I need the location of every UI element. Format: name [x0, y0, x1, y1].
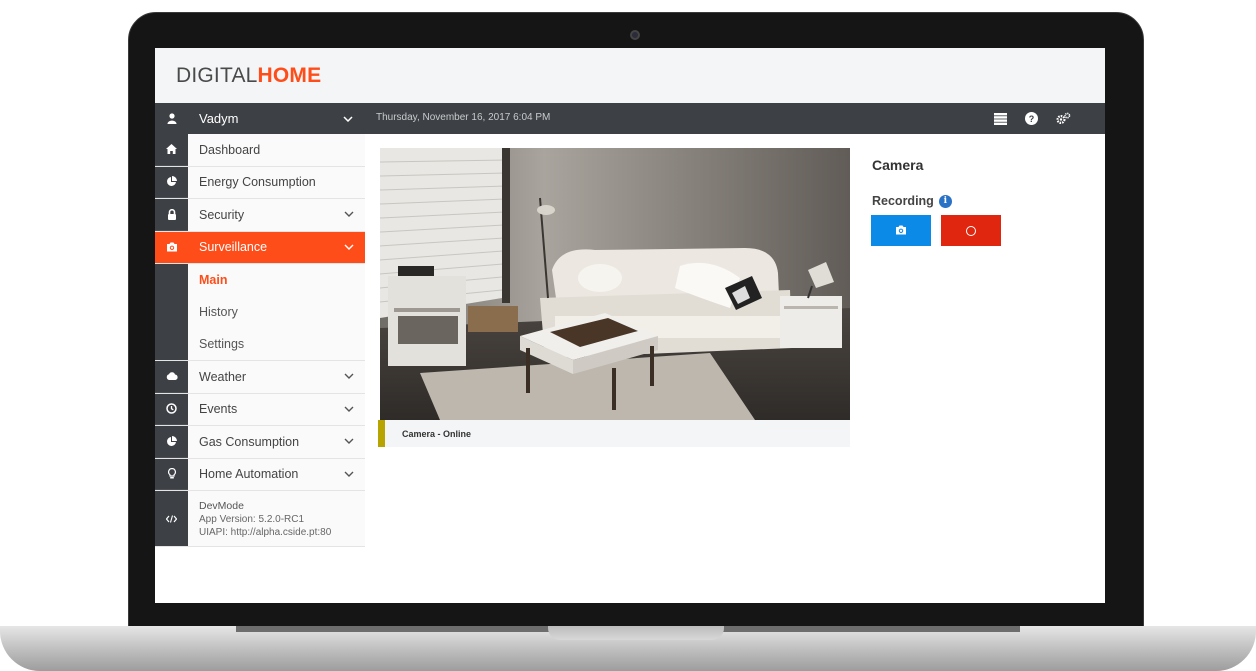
home-icon [155, 134, 188, 166]
recording-label-text: Recording [872, 194, 934, 208]
screen: DIGITALHOME Vadym Thursday, November 16,… [155, 48, 1105, 603]
logo-text-digital: DIGITAL [176, 64, 258, 87]
pie-chart-icon [155, 166, 188, 198]
sidebar-item-security[interactable]: Security [155, 199, 365, 232]
sidebar-item-events[interactable]: Events [155, 393, 365, 426]
settings-icon[interactable] [1056, 112, 1071, 125]
lightbulb-icon [155, 458, 188, 490]
chevron-down-icon [344, 209, 354, 220]
devmode-title: DevMode [199, 500, 244, 512]
logo[interactable]: DIGITALHOME [176, 64, 321, 88]
sidebar-item-label: Gas Consumption [199, 434, 300, 449]
record-icon [966, 225, 976, 236]
sidebar-subitem-label: History [199, 305, 238, 319]
sidebar-item-energy-consumption[interactable]: Energy Consumption [155, 166, 365, 199]
sidebar-item-label: Home Automation [199, 467, 299, 482]
recording-label: Recording i [872, 194, 952, 208]
clock-icon [155, 393, 188, 425]
list-icon[interactable] [994, 112, 1007, 125]
status-indicator [378, 420, 385, 447]
sidebar-item-surveillance[interactable]: Surveillance [155, 231, 365, 264]
devmode-info: DevMode App Version: 5.2.0-RC1 UIAPI: ht… [155, 491, 365, 547]
sidebar-item-label: Events [199, 402, 238, 417]
sidebar-item-home-automation[interactable]: Home Automation [155, 458, 365, 491]
sidebar-subitem-label: Settings [199, 337, 245, 351]
help-icon[interactable]: ? [1025, 112, 1038, 125]
user-menu[interactable]: Vadym [155, 103, 365, 134]
chevron-down-icon [344, 371, 354, 382]
camera-heading: Camera [872, 157, 924, 173]
sidebar-item-gas-consumption[interactable]: Gas Consumption [155, 426, 365, 459]
snapshot-button[interactable] [871, 215, 931, 246]
logo-text-home: HOME [257, 64, 322, 87]
topbar-actions: ? [994, 103, 1071, 134]
surveillance-submenu: Main History Settings [155, 264, 365, 361]
pie-chart-icon [155, 426, 188, 458]
sidebar-item-label: Surveillance [199, 240, 268, 255]
camera-icon [895, 223, 907, 238]
chevron-down-icon [344, 242, 354, 253]
sidebar-subitem-label: Main [199, 273, 228, 287]
sidebar-item-label: Security [199, 207, 245, 222]
sidebar-subitem-settings[interactable]: Settings [155, 328, 365, 360]
current-datetime: Thursday, November 16, 2017 6:04 PM [376, 112, 551, 123]
sidebar: Dashboard Energy Consumption Security Su… [155, 134, 365, 603]
user-name: Vadym [199, 111, 239, 126]
sidebar-item-label: Dashboard [199, 142, 261, 157]
user-icon [155, 103, 188, 134]
svg-text:?: ? [1029, 114, 1035, 124]
sidebar-subitem-history[interactable]: History [155, 296, 365, 328]
sidebar-item-label: Weather [199, 369, 247, 384]
lock-icon [155, 199, 188, 231]
chevron-down-icon [344, 436, 354, 447]
laptop-notch [548, 626, 724, 640]
camera-status-text: Camera - Online [402, 428, 472, 439]
camera-status-bar: Camera - Online [378, 420, 850, 447]
sidebar-spacer [155, 264, 188, 296]
chevron-down-icon [344, 469, 354, 480]
app-header: DIGITALHOME [155, 48, 1105, 103]
topbar: Vadym Thursday, November 16, 2017 6:04 P… [155, 103, 1105, 134]
webcam-icon [630, 30, 640, 40]
sidebar-item-label: Energy Consumption [199, 175, 316, 190]
sidebar-spacer [155, 328, 188, 360]
sidebar-subitem-main[interactable]: Main [155, 264, 365, 296]
chevron-down-icon [344, 404, 354, 415]
code-icon [155, 491, 188, 546]
app-version: App Version: 5.2.0-RC1 [199, 514, 305, 525]
camera-feed-image[interactable] [380, 148, 850, 420]
uiapi-url: UIAPI: http://alpha.cside.pt:80 [199, 527, 332, 538]
record-button[interactable] [941, 215, 1001, 246]
cloud-icon [155, 361, 188, 393]
sidebar-spacer [155, 296, 188, 328]
camera-panel: Camera - Online [378, 148, 850, 447]
devmode-text: DevMode App Version: 5.2.0-RC1 UIAPI: ht… [199, 491, 331, 546]
sidebar-item-dashboard[interactable]: Dashboard [155, 134, 365, 167]
camera-icon [155, 231, 188, 263]
info-icon[interactable]: i [938, 194, 952, 208]
chevron-down-icon [343, 113, 353, 125]
sidebar-item-weather[interactable]: Weather [155, 361, 365, 394]
